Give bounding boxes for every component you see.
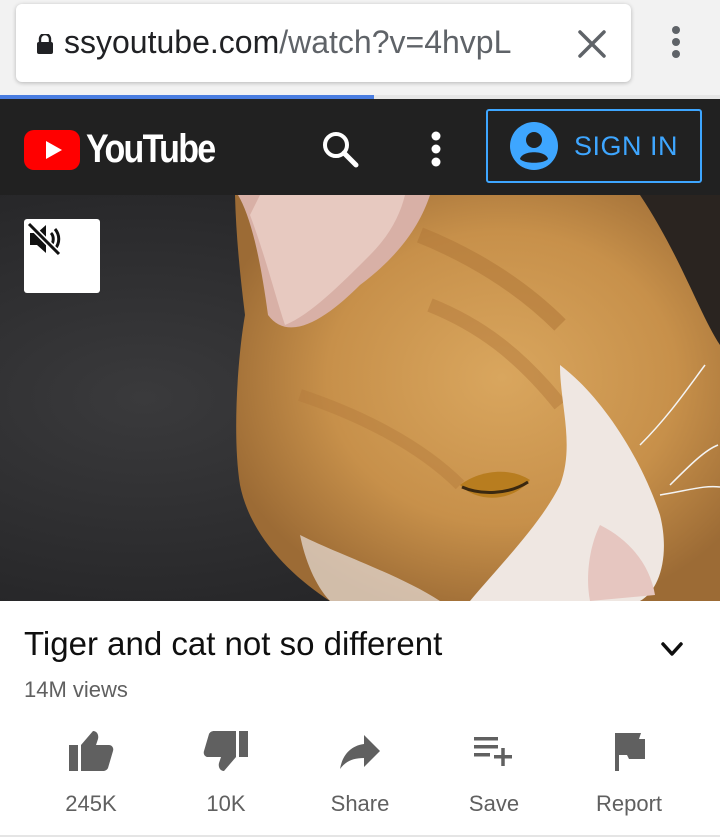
- report-label: Report: [595, 791, 663, 816]
- youtube-logo-text: YouTube: [86, 127, 216, 171]
- sign-in-label: SIGN IN: [574, 130, 679, 161]
- search-icon[interactable]: [320, 129, 360, 169]
- url-text: ssyoutube.com/watch?v=4hvpL: [64, 24, 564, 61]
- playlist-add-icon: [474, 737, 512, 766]
- flag-icon: [615, 733, 645, 771]
- mute-toggle-button[interactable]: [24, 219, 100, 293]
- like-button[interactable]: 245K: [31, 729, 151, 817]
- url-path: /watch?v=4hvpL: [279, 24, 512, 60]
- video-info: Tiger and cat not so different 14M views…: [0, 601, 720, 838]
- dislike-button[interactable]: 10K: [166, 729, 286, 817]
- youtube-header: YouTube SIGN IN: [0, 99, 720, 195]
- thumbs-down-icon: [203, 731, 248, 771]
- video-title: Tiger and cat not so different: [24, 625, 443, 662]
- save-button[interactable]: Save: [434, 729, 554, 817]
- thumbs-up-icon: [69, 731, 114, 771]
- browser-menu-icon[interactable]: [662, 22, 690, 62]
- lock-icon: [37, 34, 53, 54]
- divider: [0, 835, 720, 837]
- share-icon: [340, 735, 380, 769]
- address-bar[interactable]: ssyoutube.com/watch?v=4hvpL: [16, 4, 631, 82]
- share-button[interactable]: Share: [300, 729, 420, 817]
- action-bar: 245K 10K Share Save Report: [0, 729, 720, 819]
- volume-off-icon: [26, 221, 62, 257]
- browser-toolbar: ssyoutube.com/watch?v=4hvpL: [0, 0, 720, 95]
- youtube-play-logo-icon: [24, 129, 80, 170]
- report-button[interactable]: Report: [569, 729, 689, 817]
- url-domain: ssyoutube.com: [64, 24, 280, 60]
- like-count: 245K: [65, 791, 117, 816]
- more-options-icon[interactable]: [424, 129, 448, 169]
- chevron-down-icon[interactable]: [658, 635, 686, 663]
- video-frame: [0, 195, 720, 601]
- close-icon[interactable]: [576, 28, 608, 60]
- video-player[interactable]: [0, 195, 720, 601]
- account-icon: [510, 122, 558, 170]
- save-label: Save: [468, 791, 520, 816]
- dislike-count: 10K: [206, 791, 246, 816]
- youtube-logo[interactable]: YouTube: [24, 127, 237, 172]
- view-count: 14M views: [24, 677, 128, 702]
- share-label: Share: [330, 791, 390, 816]
- sign-in-button[interactable]: SIGN IN: [486, 109, 702, 183]
